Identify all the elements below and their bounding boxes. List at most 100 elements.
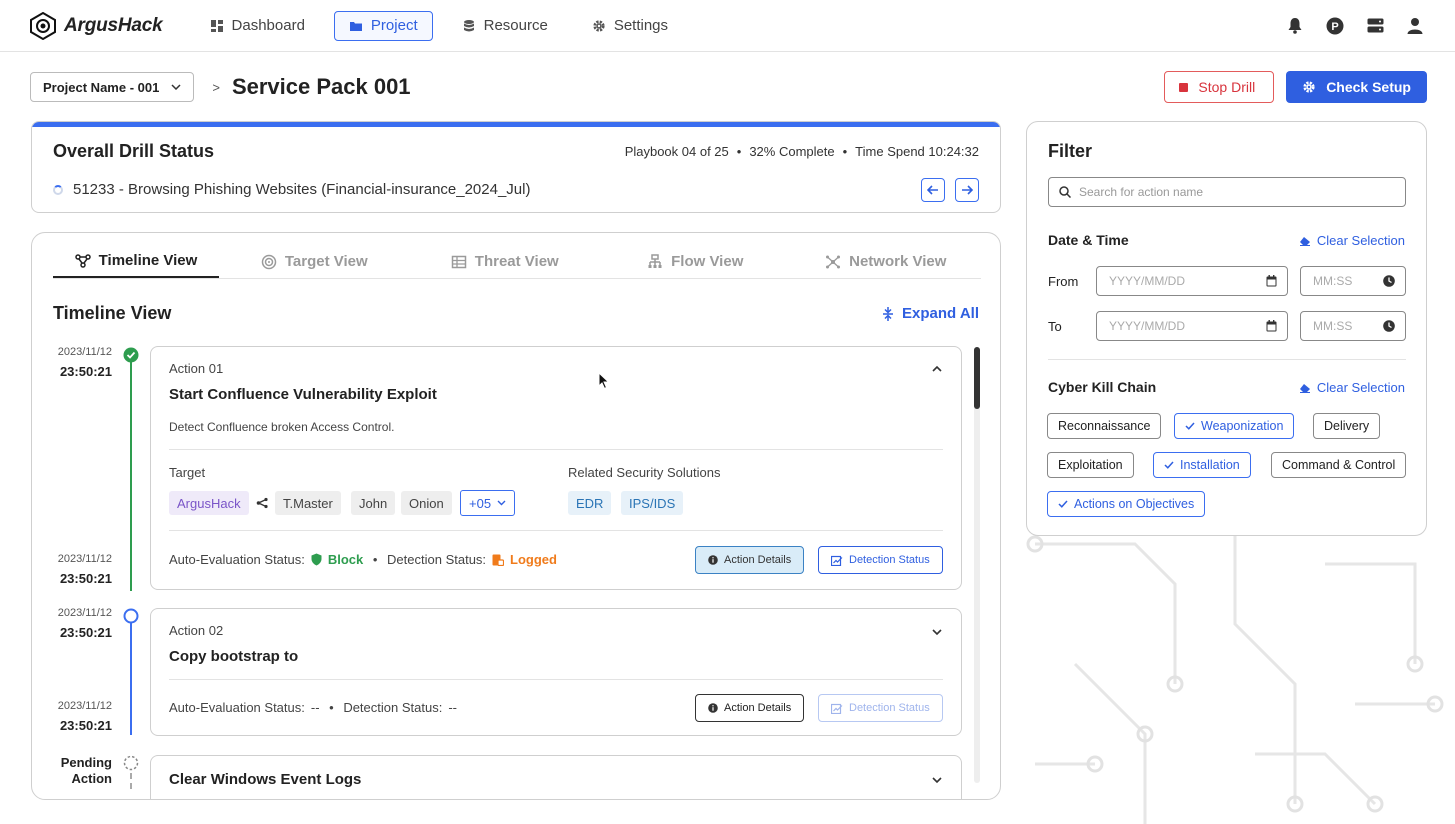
start-time: 23:50:21	[59, 625, 112, 640]
action-label: Action 01	[169, 361, 224, 376]
tab-timeline-view[interactable]: Timeline View	[53, 245, 219, 278]
drill-meta: Playbook 04 of 25 • 32% Complete • Time Sp…	[624, 144, 979, 159]
app-logo[interactable]: ArgusHack	[30, 11, 163, 40]
filter-title: Filter	[1048, 141, 1093, 161]
detection-value: --	[448, 700, 457, 715]
target-chip[interactable]: T.Master	[275, 491, 341, 515]
svg-text:P: P	[1331, 21, 1338, 33]
date-placeholder: YYYY/MM/DD	[1109, 274, 1186, 288]
p-badge-icon[interactable]: P	[1325, 16, 1345, 36]
target-chip[interactable]: ArgusHack	[169, 491, 249, 515]
auto-eval-value: Block	[327, 552, 364, 567]
kill-chain-delivery[interactable]: Delivery	[1313, 413, 1381, 439]
action-01-end-time: 2023/11/12 23:50:21	[32, 553, 112, 586]
cyber-kill-chain-section-title: Cyber Kill Chain	[1048, 379, 1157, 395]
check-icon	[1185, 422, 1195, 430]
kill-chain-reconnaissance[interactable]: Reconnaissance	[1047, 413, 1162, 439]
to-time-input[interactable]: MM:SS	[1300, 311, 1406, 341]
filter-panel: Filter Search for action name Date & Tim…	[1026, 121, 1427, 536]
action-details-button[interactable]: Action Details	[695, 546, 805, 574]
stop-drill-button[interactable]: Stop Drill	[1164, 71, 1275, 103]
from-label: From	[1048, 274, 1079, 289]
action-card-pending[interactable]: Clear Windows Event Logs	[150, 755, 962, 799]
folder-icon	[349, 21, 362, 31]
kill-chain-label: Installation	[1180, 458, 1240, 472]
drill-progress-bar	[32, 122, 1000, 127]
from-date-input[interactable]: YYYY/MM/DD	[1096, 266, 1288, 296]
timeline-card: Timeline View Target View Threat View Fl…	[31, 232, 1001, 800]
scrollbar-track[interactable]	[974, 347, 980, 783]
page-title: Service Pack 001	[231, 74, 411, 99]
action-details-button[interactable]: Action Details	[695, 694, 805, 722]
solution-chip[interactable]: EDR	[568, 491, 612, 515]
tab-target-label: Target View	[284, 253, 368, 270]
tab-threat-view[interactable]: Threat View	[410, 245, 601, 278]
scrollbar-thumb[interactable]	[974, 347, 980, 409]
kill-chain-installation[interactable]: Installation	[1153, 452, 1251, 478]
clear-date-selection-button[interactable]: Clear Selection	[1299, 233, 1405, 248]
detection-status-button[interactable]: Detection Status	[818, 694, 943, 722]
log-icon	[492, 554, 505, 566]
action-card-01[interactable]: Action 01 Start Confluence Vulnerability…	[150, 346, 962, 590]
previous-playbook-button[interactable]	[921, 178, 945, 202]
chevron-up-icon[interactable]	[931, 363, 943, 375]
end-time: 23:50:21	[59, 571, 112, 586]
tab-network-view[interactable]: Network View	[791, 245, 982, 278]
nav-resource[interactable]: Resource	[447, 11, 563, 41]
kill-chain-label: Delivery	[1324, 419, 1370, 433]
nav-project-label: Project	[370, 17, 418, 34]
eraser-icon	[1299, 383, 1310, 393]
search-input[interactable]: Search for action name	[1048, 177, 1406, 207]
loading-spinner-icon	[53, 184, 63, 195]
tab-target-view[interactable]: Target View	[219, 245, 410, 278]
current-playbook-name: 51233 - Browsing Phishing Websites (Fina…	[73, 181, 531, 198]
nav-project[interactable]: Project	[333, 10, 433, 41]
chevron-down-icon	[171, 84, 181, 90]
auto-eval-value: --	[310, 700, 320, 715]
time-placeholder: MM:SS	[1313, 274, 1353, 288]
nav-settings[interactable]: Settings	[577, 11, 683, 41]
tab-network-label: Network View	[849, 253, 947, 270]
detection-status-label: Detection Status	[849, 554, 930, 566]
expand-all-button[interactable]: Expand All	[882, 305, 979, 322]
project-select[interactable]: Project Name - 001	[30, 72, 195, 102]
calendar-icon	[1266, 320, 1277, 332]
tab-flow-view[interactable]: Flow View	[600, 245, 791, 278]
action-card-02[interactable]: Action 02 Copy bootstrap to Auto-Evaluat…	[150, 608, 962, 736]
current-playbook: 51233 - Browsing Phishing Websites (Fina…	[53, 181, 530, 198]
clock-icon	[1383, 320, 1395, 332]
kill-chain-weaponization[interactable]: Weaponization	[1174, 413, 1295, 439]
time-placeholder: MM:SS	[1313, 319, 1353, 333]
circuit-background-decoration	[1026, 524, 1444, 824]
page-header: Project Name - 001 > Service Pack 001 St…	[30, 71, 1427, 103]
auto-eval-label: Auto-Evaluation Status:	[169, 700, 305, 715]
main-nav: Dashboard Project Resource Settings	[195, 10, 683, 41]
chevron-down-icon[interactable]	[931, 626, 943, 638]
top-right-icons: P	[1285, 16, 1425, 36]
clock-icon	[1383, 275, 1395, 287]
target-chip[interactable]: John	[351, 491, 396, 515]
bell-icon[interactable]	[1285, 16, 1305, 36]
more-targets-button[interactable]: +05	[460, 490, 516, 516]
to-date-input[interactable]: YYYY/MM/DD	[1096, 311, 1288, 341]
next-playbook-button[interactable]	[955, 178, 979, 202]
user-icon[interactable]	[1405, 16, 1425, 36]
server-icon[interactable]	[1365, 16, 1385, 36]
nav-dashboard[interactable]: Dashboard	[195, 11, 320, 41]
kill-chain-command-control[interactable]: Command & Control	[1271, 452, 1407, 478]
end-date: 2023/11/12	[57, 700, 112, 712]
kill-chain-exploitation[interactable]: Exploitation	[1047, 452, 1134, 478]
chevron-down-icon[interactable]	[931, 774, 943, 786]
target-chip[interactable]: Onion	[401, 491, 452, 515]
solution-chip[interactable]: IPS/IDS	[621, 491, 684, 515]
detection-status-button[interactable]: Detection Status	[818, 546, 943, 574]
from-time-input[interactable]: MM:SS	[1300, 266, 1406, 296]
share-icon	[256, 497, 268, 509]
chart-edit-icon	[831, 703, 843, 714]
action-01-start-time: 2023/11/12 23:50:21	[32, 346, 112, 379]
to-label: To	[1048, 319, 1062, 334]
check-setup-button[interactable]: Check Setup	[1286, 71, 1427, 103]
clear-kill-chain-selection-button[interactable]: Clear Selection	[1299, 380, 1405, 395]
tab-flow-label: Flow View	[671, 253, 744, 270]
kill-chain-actions-on-objectives[interactable]: Actions on Objectives	[1047, 491, 1206, 517]
